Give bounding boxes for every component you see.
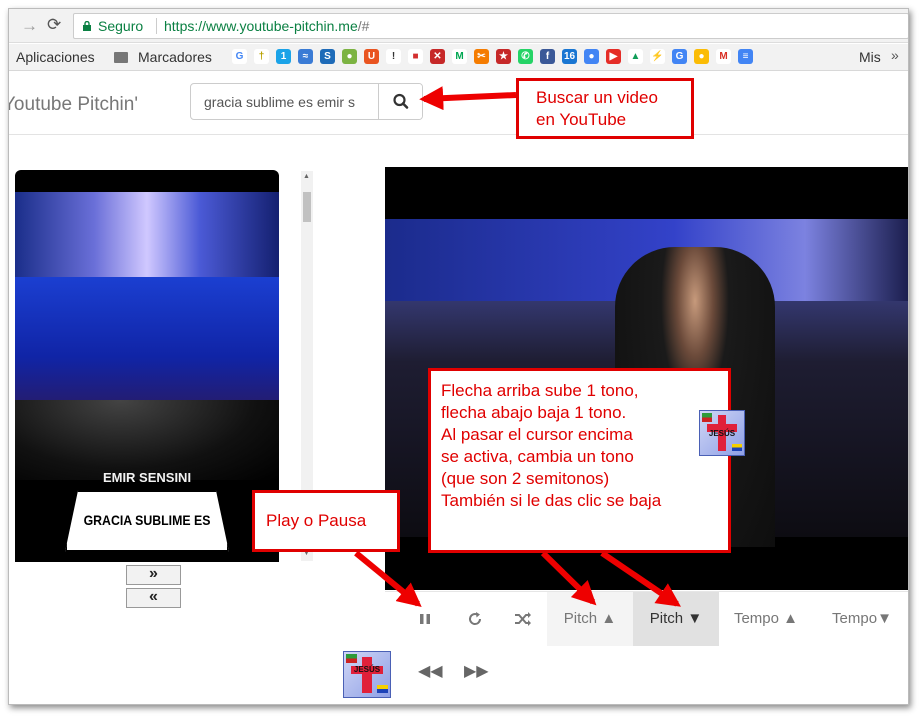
search-arrow: [419, 86, 517, 111]
pitch-callout: Flecha arriba sube 1 tono, flecha abajo …: [428, 368, 745, 553]
pitch-callout-line-6: También si le das clic se baja: [441, 491, 662, 510]
search-callout: Buscar un video en YouTube: [516, 78, 694, 139]
callout-logo-text: JESÚS: [708, 429, 736, 439]
callout-jesus-logo: JESÚS: [699, 410, 745, 456]
search-callout-line-2: en YouTube: [536, 110, 627, 129]
annotation-arrows: [354, 86, 681, 608]
pitch-callout-line-4: se activa, cambia un tono: [441, 447, 634, 466]
play-arrow: [354, 550, 422, 608]
play-callout-text: Play o Pausa: [266, 511, 367, 530]
search-callout-line-1: Buscar un video: [536, 88, 658, 107]
callout-logo-flag-right: [731, 443, 743, 452]
pitch-callout-line-1: Flecha arriba sube 1 tono,: [441, 381, 639, 400]
pitch-down-arrow: [600, 550, 681, 607]
pitch-callout-line-5: (que son 2 semitonos): [441, 469, 610, 488]
pitch-callout-line-3: Al pasar el cursor encima: [441, 425, 633, 444]
play-callout: Play o Pausa: [252, 490, 400, 552]
pitch-up-arrow: [540, 550, 597, 606]
pitch-callout-line-2: flecha abajo baja 1 tono.: [441, 403, 627, 422]
callout-logo-flag-left: [701, 412, 713, 422]
